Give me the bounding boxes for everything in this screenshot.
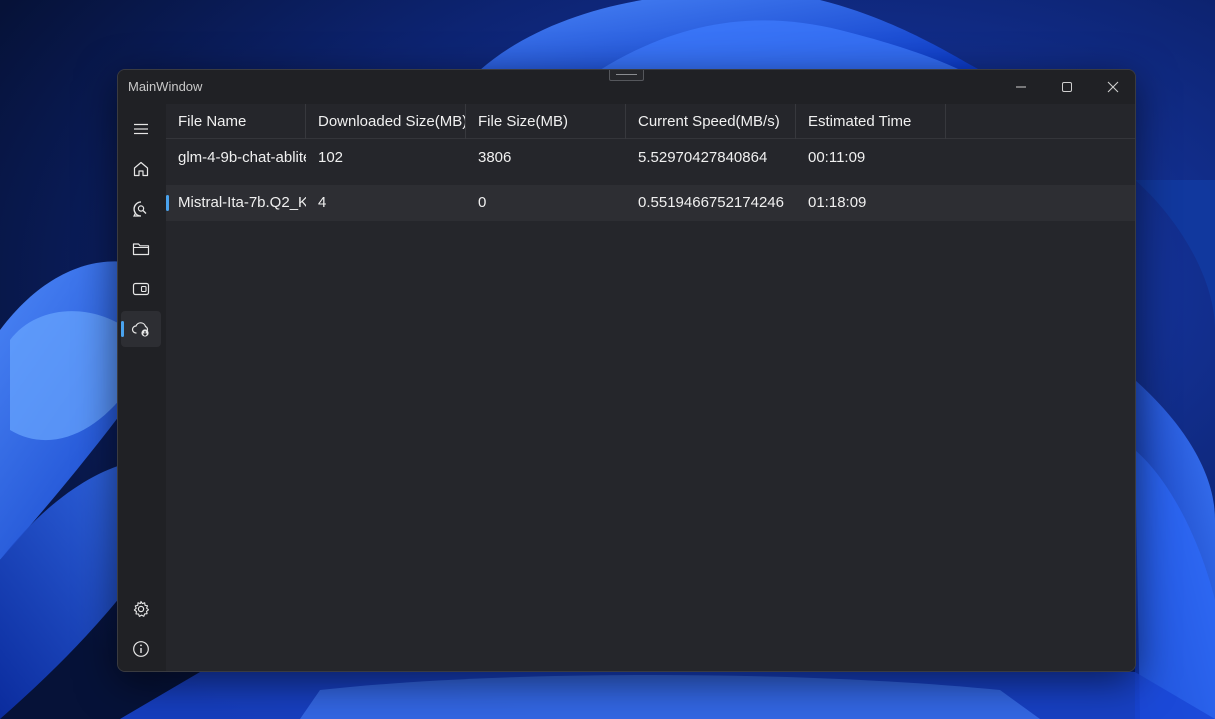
cell-downloaded-size: 4 xyxy=(318,194,327,211)
menu-toggle-button[interactable] xyxy=(121,111,161,147)
nav-folder[interactable] xyxy=(121,231,161,267)
nav-home[interactable] xyxy=(121,151,161,187)
window-title: MainWindow xyxy=(128,79,203,94)
info-icon xyxy=(133,641,149,657)
home-icon xyxy=(133,161,149,177)
cell-current-speed: 0.5519466752174246 xyxy=(638,194,784,211)
table-header: File Name Downloaded Size(MB) File Size(… xyxy=(166,104,1135,139)
maximize-button[interactable] xyxy=(1044,70,1090,104)
hamburger-menu-icon xyxy=(134,123,148,135)
column-header-file-size[interactable]: File Size(MB) xyxy=(466,104,626,139)
drag-handle-icon[interactable] xyxy=(609,70,644,81)
table-row[interactable]: Mistral-Ita-7b.Q2_K 4 0 0.55194667521742… xyxy=(166,185,1135,221)
nav-settings[interactable] xyxy=(121,591,161,627)
cell-downloaded-size: 102 xyxy=(318,149,344,166)
column-header-estimated-time[interactable]: Estimated Time xyxy=(796,104,946,139)
column-header-downloaded-size[interactable]: Downloaded Size(MB) xyxy=(306,104,466,139)
minimize-icon xyxy=(1016,86,1026,88)
nav-info[interactable] xyxy=(121,631,161,667)
main-window: MainWindow File Name Downloaded Size(MB)… xyxy=(117,69,1136,672)
folder-icon xyxy=(132,243,150,256)
close-button[interactable] xyxy=(1090,70,1135,104)
selection-indicator xyxy=(121,321,124,337)
nav-downloads[interactable] xyxy=(121,311,161,347)
panel-icon xyxy=(132,282,150,296)
column-header-current-speed[interactable]: Current Speed(MB/s) xyxy=(626,104,796,139)
gear-icon xyxy=(133,600,150,617)
table-row[interactable]: glm-4-9b-chat-abliterated 102 3806 5.529… xyxy=(166,140,1135,176)
cell-estimated-time: 01:18:09 xyxy=(808,194,867,211)
chat-search-icon xyxy=(133,201,147,217)
navigation-sidebar xyxy=(118,104,166,671)
close-icon xyxy=(1107,81,1119,93)
cell-file-size: 3806 xyxy=(478,149,512,166)
cell-current-speed: 5.52970427840864 xyxy=(638,149,768,166)
minimize-button[interactable] xyxy=(998,70,1044,104)
column-header-file-name[interactable]: File Name xyxy=(166,104,306,139)
title-bar[interactable]: MainWindow xyxy=(118,70,1135,104)
cloud-download-icon xyxy=(131,322,149,337)
nav-panel[interactable] xyxy=(121,271,161,307)
cell-file-name: Mistral-Ita-7b.Q2_K xyxy=(178,194,306,211)
cell-file-size: 0 xyxy=(478,194,487,211)
nav-chat-search[interactable] xyxy=(121,191,161,227)
downloads-page: File Name Downloaded Size(MB) File Size(… xyxy=(166,104,1135,671)
cell-estimated-time: 00:11:09 xyxy=(808,149,866,166)
maximize-icon xyxy=(1062,82,1072,92)
cell-file-name: glm-4-9b-chat-abliterated xyxy=(178,149,306,166)
